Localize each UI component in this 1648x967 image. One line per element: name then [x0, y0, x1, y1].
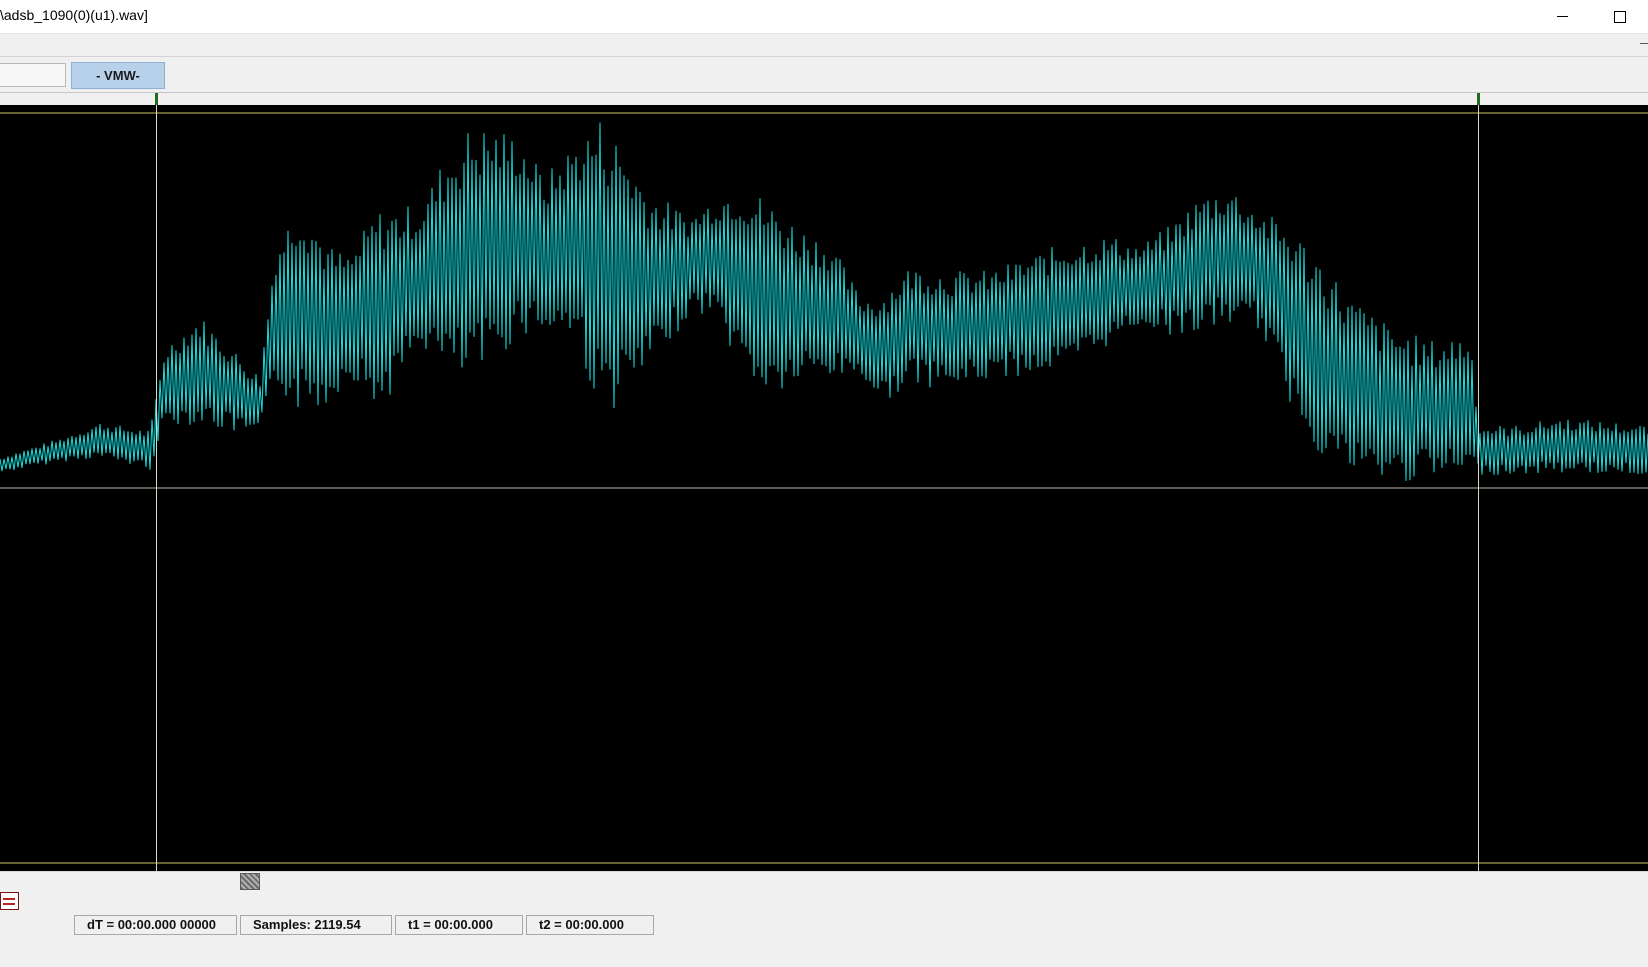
status-t2: t2 = 00:00.000 [526, 915, 654, 935]
toolbar: - VMW- [0, 57, 1648, 93]
menu-overflow-mark[interactable] [1640, 43, 1648, 44]
status-samples: Samples: 2119.54 [240, 915, 392, 935]
minimize-button[interactable] [1539, 0, 1585, 33]
scrollbar-thumb[interactable] [240, 873, 260, 890]
waveform-plot [0, 105, 1648, 871]
toolbar-field[interactable] [0, 63, 66, 87]
cursor-marker-left[interactable] [155, 93, 158, 105]
window-title: \adsb_1090(0)(u1).wav] [0, 7, 148, 23]
minimize-icon [1556, 16, 1568, 17]
status-bar: dT = 00:00.000 00000 Samples: 2119.54 t1… [0, 912, 1648, 967]
maximize-button[interactable] [1597, 0, 1643, 33]
spectrum-tool-icon[interactable] [0, 892, 19, 910]
horizontal-scrollbar[interactable] [0, 871, 1648, 890]
status-dt: dT = 00:00.000 00000 [74, 915, 237, 935]
signal-trace-path [0, 122, 1648, 482]
title-bar: \adsb_1090(0)(u1).wav] [0, 0, 1648, 34]
status-t1: t1 = 00:00.000 [395, 915, 523, 935]
menu-bar [0, 34, 1648, 57]
bottom-toolbar [0, 890, 1648, 912]
waveform-display[interactable] [0, 105, 1648, 871]
maximize-icon [1614, 10, 1626, 23]
cursor-marker-right[interactable] [1477, 93, 1480, 105]
marker-strip [0, 93, 1648, 105]
vmw-mode-button[interactable]: - VMW- [71, 62, 165, 89]
signal-trace [0, 122, 1648, 482]
